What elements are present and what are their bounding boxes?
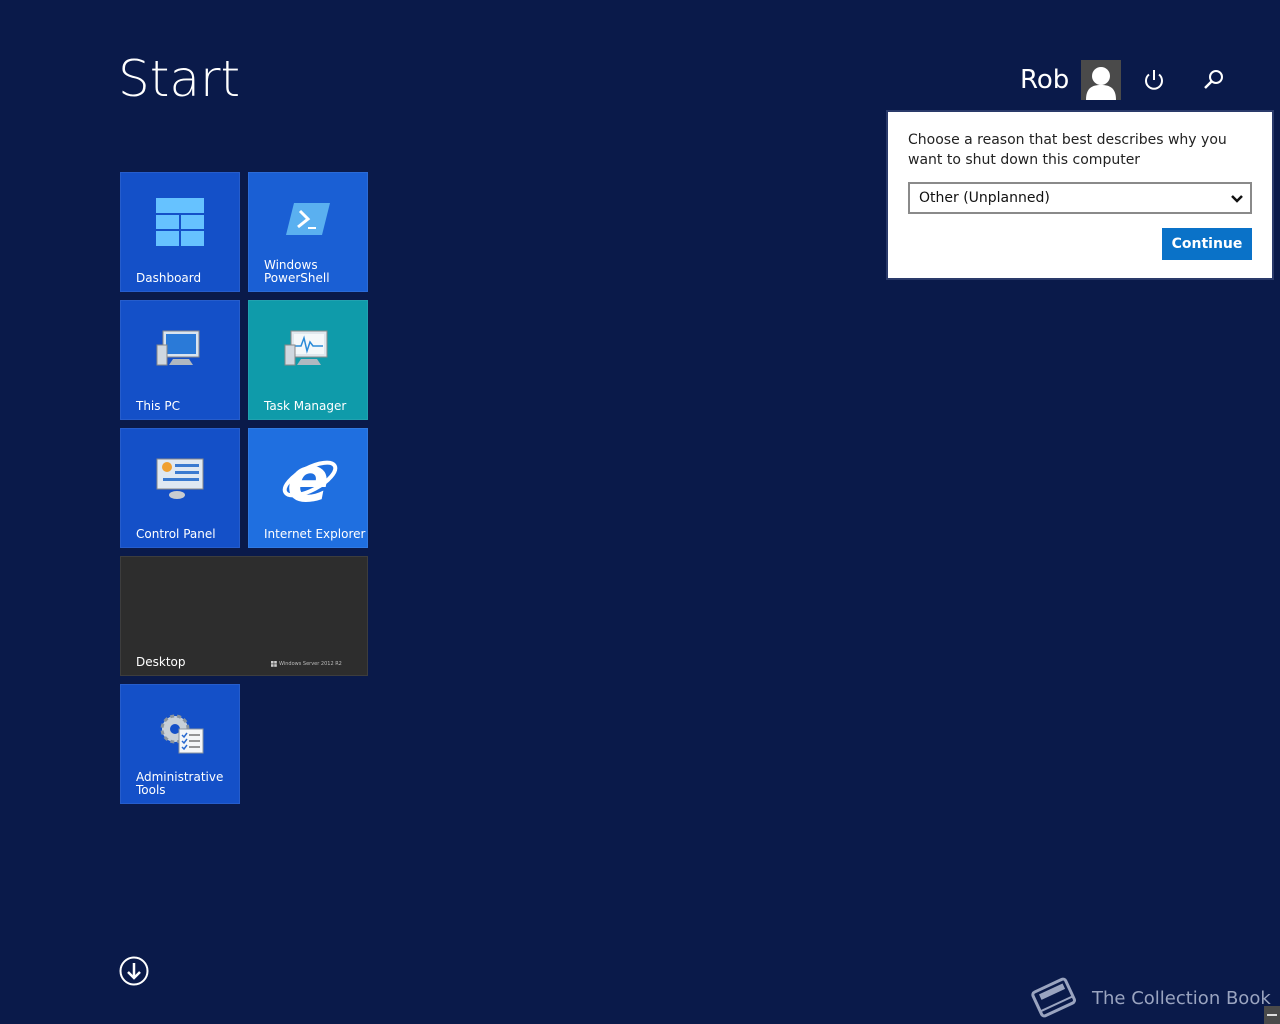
tile-windows-powershell[interactable]: Windows PowerShell (248, 172, 368, 292)
book-icon (1031, 977, 1076, 1018)
start-screen: Start Rob Dashboard Windows PowerShell T… (0, 0, 1280, 1024)
selected-reason: Other (Unplanned) (919, 190, 1050, 206)
page-title: Start (118, 50, 241, 108)
tile-label: Internet Explorer (264, 527, 366, 541)
windows-logo-icon (271, 661, 277, 667)
windows-server-badge: Windows Server 2012 R2 (271, 661, 342, 667)
control-panel-icon (155, 457, 205, 505)
computer-icon (155, 329, 205, 375)
tile-label: Dashboard (136, 271, 202, 285)
user-name: Rob (1020, 65, 1070, 95)
tile-this-pc[interactable]: This PC (120, 300, 240, 420)
tile-label: Control Panel (136, 527, 216, 541)
power-icon[interactable] (1138, 64, 1170, 96)
windows-server-label: Windows Server 2012 R2 (279, 661, 342, 667)
tile-label: Task Manager (264, 399, 347, 413)
watermark-text: The Collection Book (1092, 987, 1271, 1009)
minimize-icon[interactable] (1264, 1006, 1280, 1024)
powershell-icon (286, 201, 330, 241)
chevron-down-icon (1230, 191, 1244, 210)
task-manager-icon (283, 329, 333, 375)
internet-explorer-icon: e (278, 443, 338, 516)
tile-label: Windows PowerShell (264, 258, 330, 285)
arrow-down-circle-icon[interactable] (119, 956, 149, 986)
tile-label: This PC (136, 399, 180, 413)
tile-label: Administrative Tools (136, 770, 224, 797)
tile-administrative-tools[interactable]: Administrative Tools (120, 684, 240, 804)
shutdown-reason-dialog: Choose a reason that best describes why … (886, 110, 1274, 280)
tile-desktop[interactable]: Desktop Windows Server 2012 R2 (120, 556, 368, 676)
shutdown-reason-select[interactable]: Other (Unplanned) (908, 182, 1252, 214)
search-icon[interactable] (1198, 64, 1230, 96)
administrative-tools-icon (155, 709, 205, 761)
shutdown-reason-prompt: Choose a reason that best describes why … (908, 132, 1227, 168)
user-avatar-icon (1081, 60, 1122, 100)
tile-task-manager[interactable]: Task Manager (248, 300, 368, 420)
continue-button[interactable]: Continue (1162, 228, 1252, 260)
tile-internet-explorer[interactable]: e Internet Explorer (248, 428, 368, 548)
user-account[interactable]: Rob (1020, 60, 1122, 100)
dashboard-icon (155, 197, 205, 251)
watermark: The Collection Book (1028, 974, 1271, 1022)
tile-dashboard[interactable]: Dashboard (120, 172, 240, 292)
tile-control-panel[interactable]: Control Panel (120, 428, 240, 548)
tile-label: Desktop (136, 655, 186, 669)
